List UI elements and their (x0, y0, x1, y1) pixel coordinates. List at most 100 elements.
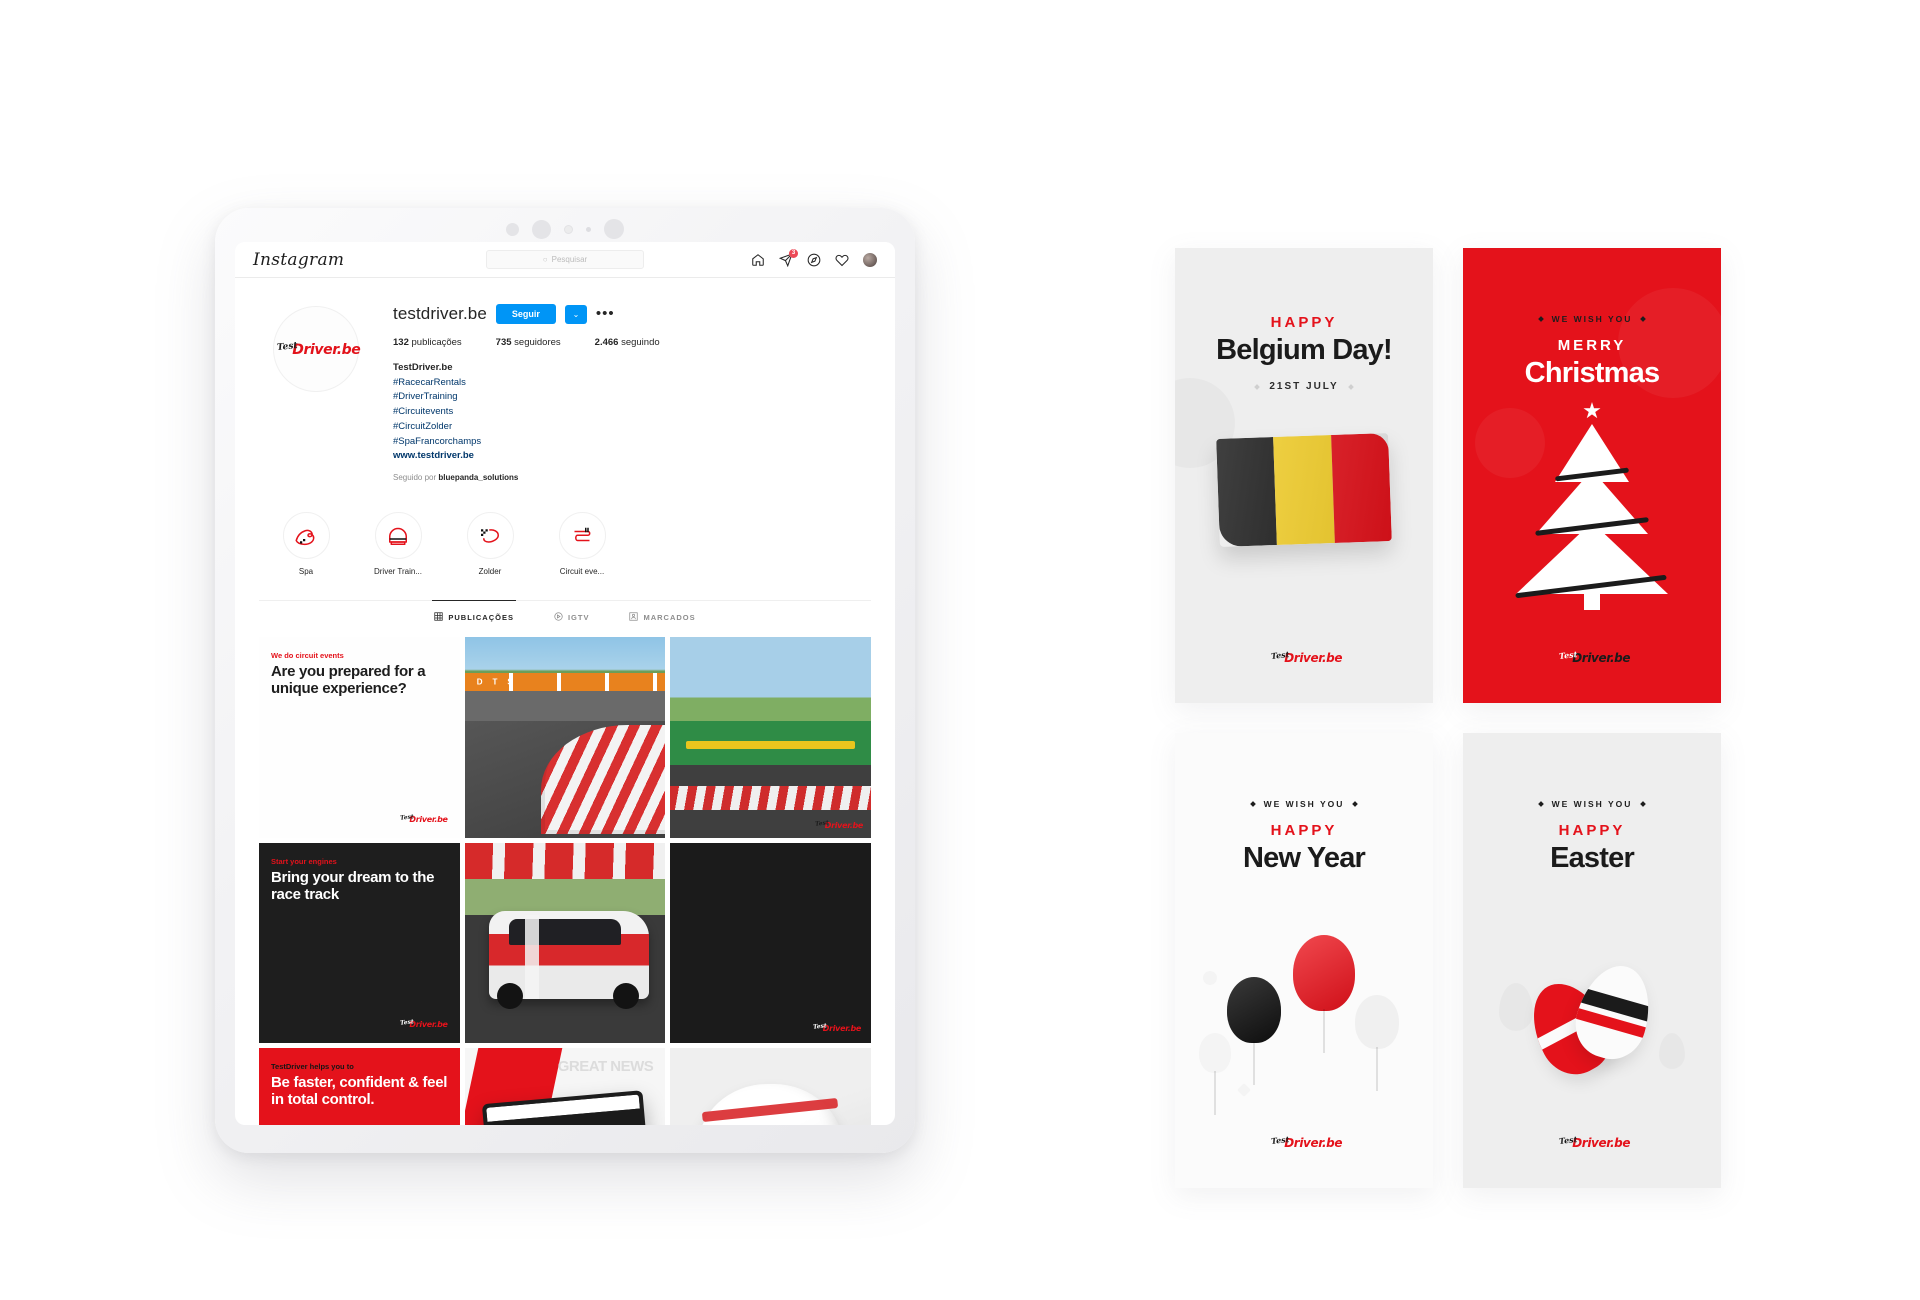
stat-posts[interactable]: 132 publicações (393, 337, 462, 348)
more-options-icon[interactable]: ••• (596, 306, 615, 321)
bio-hashtag[interactable]: #Circuitevents (393, 405, 871, 420)
post-tile[interactable]: Start your engines Bring your dream to t… (259, 842, 460, 1044)
follow-button[interactable]: Seguir (495, 304, 556, 324)
instagram-logo[interactable]: Instagram (253, 250, 344, 270)
post-headline: Bring your dream to the race track (271, 868, 435, 903)
followed-by-username[interactable]: bluepanda_solutions (438, 473, 518, 482)
bio-hashtag[interactable]: #SpaFrancorchamps (393, 435, 871, 450)
chevron-down-icon[interactable]: ⌄ (564, 304, 587, 324)
post-logo: Test Driver.be (811, 819, 864, 830)
home-icon[interactable] (751, 253, 765, 267)
card-eyebrow-row: WE WISH YOU (1463, 799, 1721, 809)
card-title: Belgium Day! (1216, 334, 1393, 366)
card-logo: Test Driver.be (1175, 1134, 1433, 1150)
compass-icon[interactable] (807, 253, 821, 267)
track-map-spa-icon (282, 512, 330, 560)
story-card-belgium-day[interactable]: HAPPY Belgium Day! 21ST JULY Test Driver… (1175, 248, 1433, 703)
logo-script-text: Test (1558, 649, 1578, 661)
logo-bold-text: Driver.be (822, 1024, 862, 1034)
tablet-screen: Instagram ○ Pesquisar 3 Test Driver.be t… (235, 242, 895, 1125)
profile-avatar[interactable]: Test Driver.be (273, 306, 361, 392)
balloon-ghost (1199, 1033, 1231, 1073)
flag-band-black (1216, 437, 1278, 547)
logo-script-text: Test (1270, 649, 1290, 661)
stat-posts-label: publicações (411, 337, 462, 348)
instagram-topbar: Instagram ○ Pesquisar 3 (235, 242, 895, 278)
highlight-label: Zolder (478, 567, 502, 577)
stat-followers[interactable]: 735 seguidores (496, 337, 561, 348)
card-eyebrow: WE WISH YOU (1551, 799, 1633, 809)
post-tile[interactable] (670, 1048, 871, 1125)
tab-igtv[interactable]: IGTV (552, 600, 592, 632)
card-title: New Year (1242, 842, 1366, 874)
post-tile[interactable]: TestDriver helps you to Be faster, confi… (259, 1048, 460, 1125)
post-tile[interactable] (464, 842, 666, 1044)
card-logo: Test Driver.be (1463, 649, 1721, 665)
highlight-label: Driver Train... (373, 567, 422, 577)
tagged-icon (629, 611, 639, 623)
racing-helmet-icon (374, 512, 422, 560)
mic-dot (586, 226, 591, 232)
speaker-dot (604, 219, 624, 239)
post-kicker: We do circuit events (271, 651, 344, 661)
canvas: Instagram ○ Pesquisar 3 Test Driver.be t… (0, 0, 1920, 1300)
highlight-circuit-events[interactable]: Circuit eve... (553, 512, 611, 576)
tablet-camera-row (215, 219, 915, 239)
post-headline: Be faster, confident & feel in total con… (271, 1074, 448, 1109)
diamond-icon (1352, 801, 1359, 807)
diamond-icon (1537, 801, 1544, 807)
search-input[interactable]: ○ Pesquisar (486, 250, 644, 269)
highlight-spa[interactable]: Spa (277, 512, 335, 576)
post-tile[interactable]: GREAT NEWS Bring your dream to the race … (464, 1048, 666, 1125)
post-logo: Test Driver.be (396, 813, 448, 824)
bio-website-link[interactable]: www.testdriver.be (393, 449, 871, 464)
post-tile[interactable]: Test Driver.be (670, 637, 871, 838)
story-card-gallery: HAPPY Belgium Day! 21ST JULY Test Driver… (1175, 248, 1721, 1188)
overlay-text: GREAT NEWS (557, 1058, 654, 1076)
card-eyebrow-row: WE WISH YOU (1175, 799, 1433, 809)
christmas-tree-icon: ★ (1497, 398, 1687, 610)
profile-name-row: testdriver.be Seguir ⌄ ••• (393, 304, 871, 324)
highlight-zolder[interactable]: Zolder (461, 512, 519, 576)
star-icon: ★ (1582, 398, 1602, 423)
tree-trunk (1584, 594, 1600, 610)
highlight-label: Spa (298, 567, 314, 577)
logo-bold-text: Driver.be (409, 814, 448, 824)
balloon-black (1227, 977, 1281, 1043)
story-card-happy-easter[interactable]: WE WISH YOU HAPPY Easter Test Driver.be (1463, 733, 1721, 1188)
story-card-merry-christmas[interactable]: WE WISH YOU MERRY Christmas ★ Test Drive… (1463, 248, 1721, 703)
profile-bio: TestDriver.be #RacecarRentals #DriverTra… (393, 361, 871, 464)
card-subtitle-row: 21ST JULY (1175, 381, 1433, 392)
circuit-layout-icon (558, 512, 606, 560)
stat-following[interactable]: 2.466 seguindo (595, 337, 660, 348)
tab-label: PUBLICAÇÕES (448, 613, 514, 623)
post-tile[interactable]: We do circuit events Are you prepared fo… (259, 637, 460, 838)
bio-hashtag[interactable]: #RacecarRentals (393, 376, 871, 391)
story-highlights: Spa Driver Train... Zolder Circuit eve..… (259, 482, 871, 576)
avatar[interactable] (863, 252, 877, 267)
balloons-icon (1175, 929, 1433, 1119)
track-barrier: DTS (464, 673, 666, 692)
card-subtitle: 21ST JULY (1269, 381, 1339, 392)
logo-script-text: Test (1558, 1134, 1578, 1146)
card-heading: WE WISH YOU HAPPY New Year (1175, 733, 1433, 875)
messenger-icon[interactable]: 3 (779, 248, 798, 267)
card-eyebrow: WE WISH YOU (1551, 314, 1633, 324)
bio-hashtag[interactable]: #DriverTraining (393, 390, 871, 405)
logo-bold-text: Driver.be (1572, 651, 1631, 665)
stat-followers-label: seguidores (514, 337, 561, 348)
post-tile[interactable]: Test Driver.be (670, 842, 871, 1044)
story-card-happy-new-year[interactable]: WE WISH YOU HAPPY New Year Test Driver.b… (1175, 733, 1433, 1188)
highlight-driver-training[interactable]: Driver Train... (369, 512, 427, 576)
logo-bold-text: Driver.be (1572, 1136, 1631, 1150)
tab-publicacoes[interactable]: PUBLICAÇÕES (432, 600, 516, 632)
sensor-small (564, 224, 573, 234)
bio-hashtag[interactable]: #CircuitZolder (393, 420, 871, 435)
logo-bold-text: Driver.be (824, 820, 864, 830)
tab-marcados[interactable]: MARCADOS (627, 600, 697, 632)
card-heading: WE WISH YOU MERRY Christmas (1463, 248, 1721, 390)
card-happy-text: HAPPY (1558, 822, 1626, 839)
post-tile[interactable]: DTS (464, 637, 666, 838)
diamond-icon (1537, 316, 1544, 322)
heart-icon[interactable] (835, 253, 849, 267)
